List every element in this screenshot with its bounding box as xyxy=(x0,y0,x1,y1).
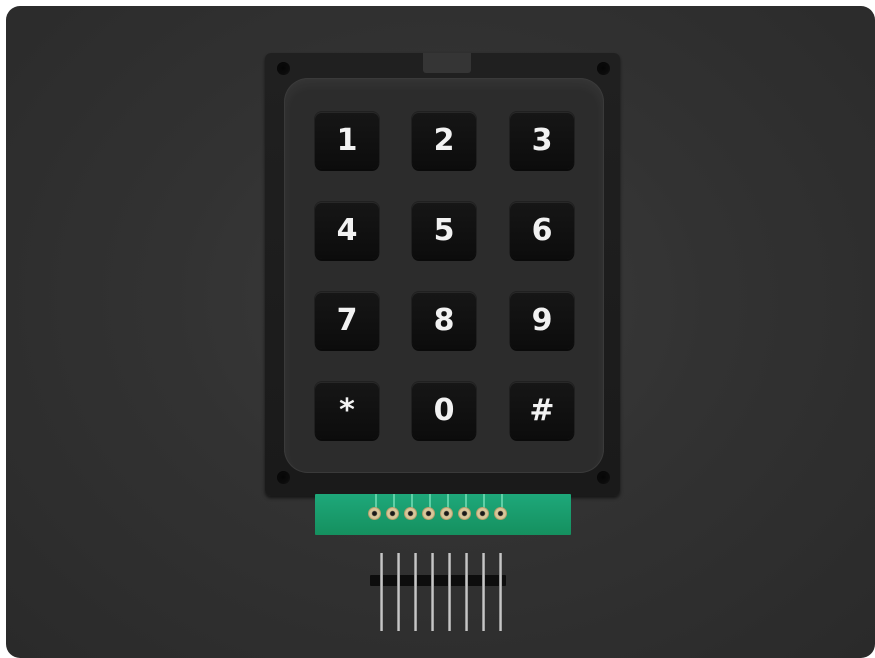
header-pin xyxy=(499,553,502,631)
solder-pad xyxy=(494,507,507,520)
header-pin xyxy=(465,553,468,631)
key-star[interactable]: * xyxy=(315,382,379,439)
key-5[interactable]: 5 xyxy=(412,202,476,259)
solder-pad xyxy=(440,507,453,520)
key-6[interactable]: 6 xyxy=(510,202,574,259)
key-3[interactable]: 3 xyxy=(510,112,574,169)
header-pin xyxy=(380,553,383,631)
solder-pad xyxy=(368,507,381,520)
key-2[interactable]: 2 xyxy=(412,112,476,169)
bezel-notch xyxy=(423,53,471,73)
key-7[interactable]: 7 xyxy=(315,292,379,349)
mounting-hole xyxy=(277,62,290,75)
mounting-hole xyxy=(597,62,610,75)
pin-header xyxy=(370,575,506,586)
solder-pad xyxy=(422,507,435,520)
mounting-hole xyxy=(597,471,610,484)
header-pin xyxy=(414,553,417,631)
key-0[interactable]: 0 xyxy=(412,382,476,439)
solder-pad xyxy=(404,507,417,520)
ribbon-connector xyxy=(315,494,571,535)
header-pin xyxy=(482,553,485,631)
key-1[interactable]: 1 xyxy=(315,112,379,169)
header-pin xyxy=(397,553,400,631)
key-9[interactable]: 9 xyxy=(510,292,574,349)
key-8[interactable]: 8 xyxy=(412,292,476,349)
key-4[interactable]: 4 xyxy=(315,202,379,259)
mounting-hole xyxy=(277,471,290,484)
solder-pad xyxy=(476,507,489,520)
header-pin xyxy=(431,553,434,631)
photo-frame: 1 2 3 4 5 6 7 8 9 * 0 # xyxy=(0,0,875,658)
header-pin xyxy=(448,553,451,631)
key-hash[interactable]: # xyxy=(510,382,574,439)
solder-pad xyxy=(386,507,399,520)
solder-pad xyxy=(458,507,471,520)
